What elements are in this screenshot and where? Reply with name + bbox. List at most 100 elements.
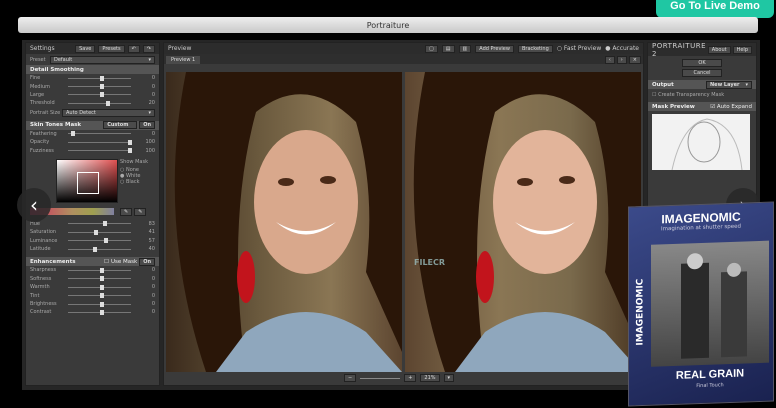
mask-preview-header[interactable]: Mask Preview ☑ Auto Expand	[648, 102, 756, 111]
slider-handle[interactable]	[103, 238, 108, 244]
enhancements-on-button[interactable]: On	[139, 257, 155, 266]
about-button[interactable]: About	[707, 45, 731, 54]
color-slider[interactable]	[68, 246, 131, 252]
use-mask-checkbox[interactable]: ☐	[104, 259, 109, 265]
bracketing-button[interactable]: Bracketing	[517, 44, 553, 53]
help-button[interactable]: Help	[732, 45, 752, 54]
color-field[interactable]	[56, 158, 118, 203]
auto-expand-checkbox[interactable]: ☑ Auto Expand	[710, 104, 752, 110]
after-image[interactable]	[405, 72, 641, 372]
color-selection-box[interactable]	[77, 171, 99, 194]
undo-icon[interactable]: ↶	[127, 44, 140, 53]
detail-slider[interactable]	[68, 100, 131, 106]
enhancement-value[interactable]: 0	[137, 284, 155, 290]
detail-slider[interactable]	[68, 84, 131, 90]
enhancement-slider[interactable]	[68, 293, 131, 299]
enhancement-slider[interactable]	[68, 276, 131, 282]
enhancement-value[interactable]: 0	[137, 276, 155, 282]
slider-handle[interactable]	[99, 92, 104, 98]
mask-slider[interactable]	[68, 131, 131, 137]
detail-slider[interactable]	[68, 75, 131, 81]
mask-slider[interactable]	[68, 148, 132, 154]
prev-preview-icon[interactable]: ‹	[604, 56, 615, 64]
mask-value[interactable]: 0	[137, 131, 155, 137]
enhancement-slider[interactable]	[68, 284, 131, 290]
split-vertical-icon[interactable]: ▥	[458, 44, 472, 53]
single-view-icon[interactable]: ▢	[425, 44, 438, 53]
eyedropper-minus-icon[interactable]: ✎	[134, 207, 147, 216]
color-value[interactable]: 57	[137, 238, 155, 244]
slider-handle[interactable]	[99, 301, 104, 307]
detail-value[interactable]: 0	[137, 84, 155, 90]
slider-handle[interactable]	[99, 84, 104, 90]
slider-handle[interactable]	[99, 75, 104, 81]
enhancement-slider[interactable]	[68, 309, 131, 315]
color-slider[interactable]	[68, 229, 131, 235]
eyedropper-icon[interactable]: ✎	[120, 207, 133, 216]
zoom-slider[interactable]	[360, 377, 401, 379]
enhancement-value[interactable]: 0	[137, 301, 155, 307]
skin-tones-header[interactable]: Skin Tones Mask Custom On	[26, 120, 159, 130]
enhancement-value[interactable]: 0	[137, 293, 155, 299]
add-preview-button[interactable]: Add Preview	[475, 44, 514, 53]
fast-preview-radio[interactable]: ○ Fast Preview	[557, 45, 601, 52]
transparency-row[interactable]: ☐ Create Transparency Mask	[648, 89, 756, 100]
carousel-prev-button[interactable]: ‹	[17, 188, 51, 222]
slider-handle[interactable]	[99, 276, 104, 282]
skin-mask-on-button[interactable]: On	[139, 121, 155, 130]
detail-smoothing-header[interactable]: Detail Smoothing	[26, 65, 159, 74]
color-value[interactable]: 83	[137, 221, 155, 227]
enhancement-value[interactable]: 0	[137, 309, 155, 315]
color-slider[interactable]	[68, 221, 131, 227]
color-value[interactable]: 40	[137, 246, 155, 252]
redo-icon[interactable]: ↷	[142, 44, 155, 53]
slider-handle[interactable]	[127, 139, 132, 145]
enhancements-header[interactable]: Enhancements ☐ Use Mask On	[26, 257, 159, 267]
save-button[interactable]: Save	[75, 44, 96, 53]
enhancement-slider[interactable]	[68, 267, 131, 273]
zoom-out-icon[interactable]: −	[344, 374, 357, 382]
enhancement-value[interactable]: 0	[137, 267, 155, 273]
split-horizontal-icon[interactable]: ▤	[441, 44, 455, 53]
next-preview-icon[interactable]: ›	[616, 56, 627, 64]
zoom-in-icon[interactable]: +	[404, 374, 417, 382]
detail-row: Fine 0	[26, 74, 159, 82]
slider-handle[interactable]	[105, 100, 110, 106]
slider-handle[interactable]	[102, 221, 107, 227]
slider-handle[interactable]	[99, 267, 104, 273]
detail-slider[interactable]	[68, 92, 131, 98]
detail-value[interactable]: 0	[137, 75, 155, 81]
enhancement-slider[interactable]	[68, 301, 131, 307]
ok-button[interactable]: OK	[682, 59, 722, 67]
detail-value[interactable]: 0	[137, 92, 155, 98]
color-value[interactable]: 41	[137, 229, 155, 235]
slider-handle[interactable]	[99, 293, 104, 299]
tab-preview-1[interactable]: Preview 1	[166, 56, 201, 64]
zoom-value[interactable]: 21%	[420, 374, 440, 382]
close-preview-icon[interactable]: ×	[628, 56, 641, 64]
cancel-button[interactable]: Cancel	[682, 69, 722, 77]
output-dropdown[interactable]: New Layer ▾	[706, 80, 752, 89]
mask-value[interactable]: 100	[137, 148, 155, 154]
preset-dropdown[interactable]: Default ▾	[50, 55, 155, 64]
portrait-size-dropdown[interactable]: Auto Detect ▾	[62, 109, 155, 118]
live-demo-button[interactable]: Go To Live Demo	[656, 0, 774, 18]
detail-value[interactable]: 20	[137, 100, 155, 106]
slider-handle[interactable]	[71, 131, 76, 137]
accurate-radio[interactable]: ● Accurate	[605, 45, 639, 52]
color-slider[interactable]	[68, 238, 131, 244]
slider-handle[interactable]	[94, 229, 99, 235]
mask-value[interactable]: 100	[137, 139, 155, 145]
mask-slider[interactable]	[68, 139, 132, 145]
slider-handle[interactable]	[93, 246, 98, 252]
transparency-checkbox[interactable]: ☐	[652, 92, 656, 98]
chevron-down-icon[interactable]: ▾	[443, 374, 455, 382]
presets-button[interactable]: Presets	[98, 44, 125, 53]
slider-handle[interactable]	[99, 284, 104, 290]
slider-handle[interactable]	[99, 309, 104, 315]
custom-dropdown[interactable]: Custom	[103, 121, 138, 130]
radio-black[interactable]: ○ Black	[120, 179, 148, 185]
before-image[interactable]	[166, 72, 402, 372]
output-header[interactable]: Output New Layer ▾	[648, 80, 756, 89]
slider-handle[interactable]	[127, 148, 132, 154]
